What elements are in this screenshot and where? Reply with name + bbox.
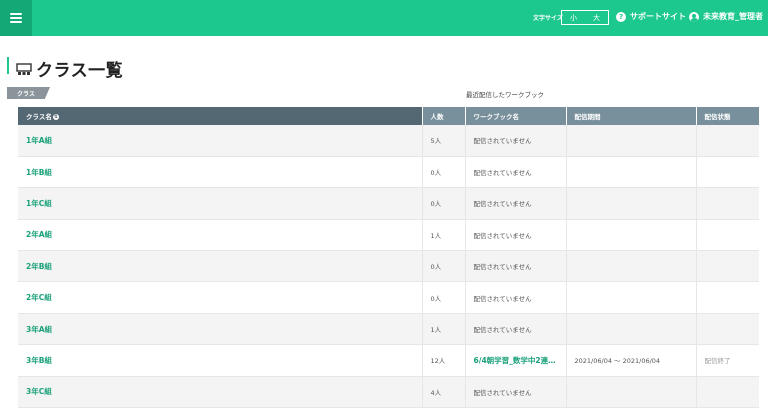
font-size-large-button[interactable]: 大 bbox=[585, 11, 608, 24]
workbook-name: 配信されていません bbox=[465, 313, 567, 346]
class-section-tag: クラス bbox=[7, 87, 50, 99]
workbook-name: 配信されていません bbox=[465, 281, 567, 314]
class-name-link[interactable]: 1年A組 bbox=[18, 125, 423, 157]
page-title-text: クラス一覧 bbox=[36, 61, 124, 81]
student-count: 1人 bbox=[422, 313, 466, 346]
class-name-link[interactable]: 2年B組 bbox=[18, 250, 423, 283]
delivery-status bbox=[696, 125, 759, 157]
workbook-name: 配信されていません bbox=[465, 250, 567, 283]
user-name: 未来教育_管理者 bbox=[703, 12, 763, 21]
class-name-link[interactable]: 1年C組 bbox=[18, 187, 423, 220]
support-site-label: サポートサイト bbox=[630, 12, 686, 21]
delivery-period bbox=[566, 250, 697, 283]
font-size-label: 文字サイズ bbox=[533, 15, 563, 22]
table-row: 2年B組 0人 配信されていません bbox=[18, 250, 759, 283]
student-count: 5人 bbox=[422, 125, 466, 157]
delivery-period bbox=[566, 125, 697, 157]
delivery-period: 2021/06/04 〜 2021/06/04 bbox=[566, 344, 697, 377]
table-row: 3年B組 12人 6/4朝学習_数学中2連… 2021/06/04 〜 2021/06… bbox=[18, 344, 759, 377]
title-accent-bar bbox=[7, 57, 9, 74]
top-bar: 文字サイズ 小 大 ? サポートサイト 未来教育_管理者 bbox=[0, 0, 768, 36]
student-count: 0人 bbox=[422, 281, 466, 314]
delivery-period bbox=[566, 313, 697, 346]
class-name-link[interactable]: 3年A組 bbox=[18, 313, 423, 346]
delivery-status bbox=[696, 156, 759, 189]
student-count: 0人 bbox=[422, 187, 466, 220]
class-table: クラス名 ⇅ 人数 ワークブック名 配信期間 配信状態 1年A組 5人 配信されていま… bbox=[18, 107, 759, 408]
column-header-class[interactable]: クラス名 ⇅ bbox=[18, 107, 423, 125]
table-header-row: クラス名 ⇅ 人数 ワークブック名 配信期間 配信状態 bbox=[18, 107, 759, 125]
class-name-link[interactable]: 3年B組 bbox=[18, 344, 423, 377]
table-row: 2年A組 1人 配信されていません bbox=[18, 219, 759, 252]
recent-workbook-label: 最近配信したワークブック bbox=[466, 91, 544, 99]
table-row: 2年C組 0人 配信されていません bbox=[18, 281, 759, 314]
delivery-period bbox=[566, 156, 697, 189]
class-name-link[interactable]: 2年C組 bbox=[18, 281, 423, 314]
user-icon bbox=[689, 11, 699, 22]
delivery-status bbox=[696, 187, 759, 220]
sort-icon[interactable]: ⇅ bbox=[52, 114, 59, 120]
workbook-name: 配信されていません bbox=[465, 187, 567, 220]
support-site-link[interactable]: ? サポートサイト bbox=[616, 11, 686, 22]
table-row: 1年A組 5人 配信されていません bbox=[18, 125, 759, 157]
page-title: クラス一覧 bbox=[16, 56, 123, 81]
delivery-period bbox=[566, 281, 697, 314]
table-row: 3年A組 1人 配信されていません bbox=[18, 313, 759, 346]
delivery-status bbox=[696, 281, 759, 314]
delivery-status bbox=[696, 313, 759, 346]
workbook-name: 配信されていません bbox=[465, 219, 567, 252]
delivery-status bbox=[696, 250, 759, 283]
class-name-link[interactable]: 1年B組 bbox=[18, 156, 423, 189]
column-header-status: 配信状態 bbox=[696, 107, 759, 125]
help-icon: ? bbox=[616, 11, 626, 22]
table-row: 1年B組 0人 配信されていません bbox=[18, 156, 759, 189]
table-row: 1年C組 0人 配信されていません bbox=[18, 187, 759, 220]
classroom-icon bbox=[16, 62, 32, 75]
class-name-link[interactable]: 2年A組 bbox=[18, 219, 423, 252]
workbook-name: 配信されていません bbox=[465, 156, 567, 189]
workbook-link[interactable]: 6/4朝学習_数学中2連… bbox=[465, 344, 567, 377]
hamburger-menu-icon[interactable] bbox=[0, 0, 32, 36]
delivery-status bbox=[696, 219, 759, 252]
student-count: 0人 bbox=[422, 156, 466, 189]
student-count: 12人 bbox=[422, 344, 466, 377]
workbook-name: 配信されていません bbox=[465, 125, 567, 157]
column-header-period: 配信期間 bbox=[566, 107, 697, 125]
student-count: 1人 bbox=[422, 219, 466, 252]
delivery-period bbox=[566, 219, 697, 252]
column-header-count: 人数 bbox=[422, 107, 466, 125]
user-menu[interactable]: 未来教育_管理者 bbox=[689, 11, 763, 22]
column-header-workbook: ワークブック名 bbox=[465, 107, 567, 125]
student-count: 0人 bbox=[422, 250, 466, 283]
delivery-status: 配信終了 bbox=[696, 344, 759, 377]
font-size-small-button[interactable]: 小 bbox=[562, 11, 585, 24]
delivery-period bbox=[566, 187, 697, 220]
font-size-switcher: 小 大 bbox=[561, 10, 609, 25]
